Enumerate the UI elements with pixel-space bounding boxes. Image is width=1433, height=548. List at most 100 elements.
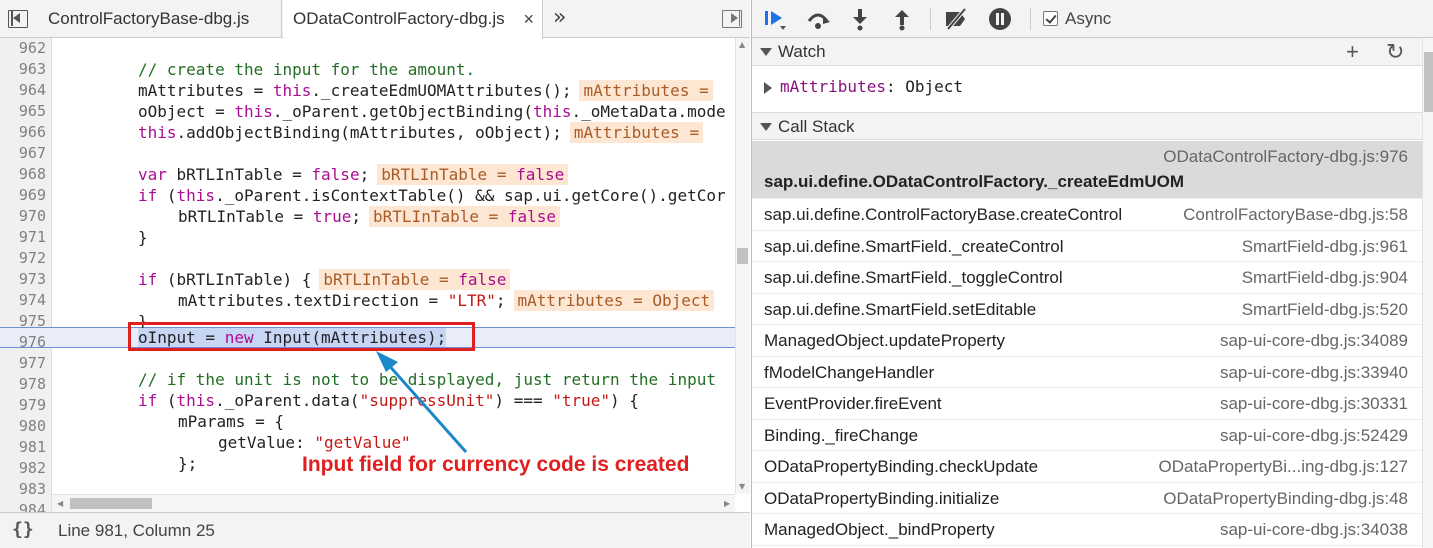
frame-function: ManagedObject.updateProperty bbox=[764, 331, 1005, 350]
watch-section-header[interactable]: Watch + ↻ bbox=[752, 38, 1422, 66]
line-number[interactable]: 976 bbox=[0, 332, 46, 353]
editor-horizontal-scroll-thumb[interactable] bbox=[70, 498, 152, 509]
sidebar-vertical-scrollbar[interactable] bbox=[1422, 38, 1433, 548]
code-line: getValue: "getValue" bbox=[218, 433, 411, 452]
add-watch-icon[interactable]: + bbox=[1346, 38, 1359, 66]
debugger-toggle-icon[interactable] bbox=[722, 10, 742, 28]
annotation-highlight-box bbox=[128, 322, 475, 351]
code-line: oObject = this._oParent.getObjectBinding… bbox=[138, 102, 726, 121]
call-frame[interactable]: sap-ui-core-dbg.js:34038 ManagedObject._b… bbox=[752, 514, 1422, 546]
code-line: }; bbox=[178, 454, 198, 473]
inline-value: mAttributes = Object bbox=[513, 290, 715, 311]
frame-location[interactable]: ODataControlFactory-dbg.js:976 bbox=[1163, 145, 1408, 169]
toolbar-separator bbox=[1030, 8, 1031, 30]
line-number[interactable]: 964 bbox=[0, 80, 46, 101]
pause-on-exceptions-icon[interactable] bbox=[987, 6, 1013, 32]
scroll-left-icon[interactable]: ◀ bbox=[57, 499, 63, 508]
code-line: bRTLInTable = true; bRTLInTable = false bbox=[178, 206, 561, 227]
frame-function: sap.ui.define.ODataControlFactory._creat… bbox=[764, 172, 1185, 191]
code-line: this.addObjectBinding(mAttributes, oObje… bbox=[138, 122, 704, 143]
code-line: mAttributes = this._createEdmUOMAttribut… bbox=[138, 80, 713, 101]
debugger-sidebar: Async Watch + ↻ mAttributes: Object Call… bbox=[751, 0, 1433, 548]
code-line: mParams = { bbox=[178, 412, 284, 431]
collapse-triangle-icon bbox=[760, 123, 772, 131]
cursor-position: Line 981, Column 25 bbox=[58, 521, 215, 540]
frame-location[interactable]: SmartField-dbg.js:904 bbox=[1242, 262, 1408, 293]
step-into-icon[interactable] bbox=[847, 6, 873, 32]
line-number[interactable]: 966 bbox=[0, 122, 46, 143]
line-number[interactable]: 965 bbox=[0, 101, 46, 122]
code-content[interactable]: // create the input for the amount. mAtt… bbox=[52, 38, 735, 512]
editor-horizontal-scrollbar[interactable] bbox=[52, 494, 735, 512]
scroll-down-icon[interactable]: ▼ bbox=[739, 482, 745, 491]
frame-location[interactable]: sap-ui-core-dbg.js:52429 bbox=[1220, 420, 1408, 451]
line-number[interactable]: 969 bbox=[0, 185, 46, 206]
line-number[interactable]: 979 bbox=[0, 395, 46, 416]
frame-function: Binding._fireChange bbox=[764, 425, 919, 445]
expand-triangle-icon[interactable] bbox=[764, 82, 772, 94]
navigator-toggle-icon[interactable] bbox=[8, 10, 28, 28]
line-number[interactable]: 967 bbox=[0, 143, 46, 164]
editor-vertical-scrollbar[interactable] bbox=[735, 38, 750, 494]
step-out-icon[interactable] bbox=[889, 6, 915, 32]
call-frame[interactable]: ODataPropertyBinding-dbg.js:48 ODataPrope… bbox=[752, 483, 1422, 514]
call-frame[interactable]: sap-ui-core-dbg.js:33940 fModelChangeHand… bbox=[752, 357, 1422, 388]
frame-location[interactable]: sap-ui-core-dbg.js:34089 bbox=[1220, 325, 1408, 356]
frame-location[interactable]: ODataPropertyBinding-dbg.js:48 bbox=[1163, 483, 1408, 514]
pretty-print-button[interactable]: {} bbox=[12, 519, 34, 540]
line-number[interactable]: 962 bbox=[0, 38, 46, 59]
call-frame[interactable]: SmartField-dbg.js:961 sap.ui.define.Smart… bbox=[752, 231, 1422, 262]
call-frame[interactable]: sap-ui-core-dbg.js:34089 ManagedObject.up… bbox=[752, 325, 1422, 357]
tab-controlfactorybase[interactable]: ControlFactoryBase-dbg.js bbox=[38, 0, 282, 38]
line-number[interactable]: 970 bbox=[0, 206, 46, 227]
line-number[interactable]: 981 bbox=[0, 437, 46, 458]
call-frame[interactable]: ODataPropertyBi...ing-dbg.js:127 ODataPro… bbox=[752, 451, 1422, 483]
frame-location[interactable]: ODataPropertyBi...ing-dbg.js:127 bbox=[1159, 451, 1408, 482]
refresh-watch-icon[interactable]: ↻ bbox=[1386, 38, 1404, 66]
line-number[interactable]: 972 bbox=[0, 248, 46, 269]
line-number[interactable]: 983 bbox=[0, 479, 46, 500]
line-number[interactable]: 975 bbox=[0, 311, 46, 332]
scroll-right-icon[interactable]: ▶ bbox=[724, 499, 730, 508]
status-bar: {} Line 981, Column 25 bbox=[0, 512, 750, 548]
call-frame[interactable]: sap-ui-core-dbg.js:30331 EventProvider.fi… bbox=[752, 388, 1422, 420]
step-over-icon[interactable] bbox=[805, 6, 831, 32]
sidebar-vertical-scroll-thumb[interactable] bbox=[1424, 52, 1433, 112]
frame-location[interactable]: sap-ui-core-dbg.js:34038 bbox=[1220, 514, 1408, 545]
line-number[interactable]: 968 bbox=[0, 164, 46, 185]
line-number[interactable]: 963 bbox=[0, 59, 46, 80]
deactivate-breakpoints-icon[interactable] bbox=[943, 6, 969, 32]
more-tabs-icon[interactable]: » bbox=[553, 0, 566, 38]
line-number[interactable]: 974 bbox=[0, 290, 46, 311]
call-frame[interactable]: ControlFactoryBase-dbg.js:58 sap.ui.defin… bbox=[752, 199, 1422, 231]
line-number[interactable]: 977 bbox=[0, 353, 46, 374]
scroll-up-icon[interactable]: ▲ bbox=[739, 40, 745, 49]
line-number[interactable]: 980 bbox=[0, 416, 46, 437]
frame-location[interactable]: sap-ui-core-dbg.js:33940 bbox=[1220, 357, 1408, 388]
collapse-triangle-icon bbox=[760, 48, 772, 56]
line-number[interactable]: 978 bbox=[0, 374, 46, 395]
line-number[interactable]: 971 bbox=[0, 227, 46, 248]
frame-location[interactable]: ControlFactoryBase-dbg.js:58 bbox=[1183, 199, 1408, 230]
async-checkbox[interactable] bbox=[1043, 11, 1058, 26]
frame-location[interactable]: sap-ui-core-dbg.js:30331 bbox=[1220, 388, 1408, 419]
line-number[interactable]: 982 bbox=[0, 458, 46, 479]
watch-title: Watch bbox=[778, 42, 826, 61]
frame-function: ODataPropertyBinding.checkUpdate bbox=[764, 457, 1039, 476]
line-number[interactable]: 973 bbox=[0, 269, 46, 290]
watch-expression[interactable]: mAttributes: Object bbox=[752, 67, 1422, 111]
tab-odatacontrolfactory[interactable]: ODataControlFactory-dbg.js × bbox=[283, 0, 543, 39]
close-tab-icon[interactable]: × bbox=[523, 0, 534, 38]
call-frame-selected[interactable]: ODataControlFactory-dbg.js:976 sap.ui.def… bbox=[752, 141, 1422, 199]
editor-tab-bar: ControlFactoryBase-dbg.js ODataControlFa… bbox=[0, 0, 750, 39]
call-frame[interactable]: SmartField-dbg.js:520 sap.ui.define.Smart… bbox=[752, 294, 1422, 325]
call-frame[interactable]: sap-ui-core-dbg.js:52429 Binding._fireCha… bbox=[752, 420, 1422, 451]
code-editor[interactable]: 962 963 964 965 966 967 968 969 970 971 972 973 974 9… bbox=[0, 38, 750, 512]
call-frame[interactable]: SmartField-dbg.js:904 sap.ui.define.Smart… bbox=[752, 262, 1422, 294]
frame-location[interactable]: SmartField-dbg.js:961 bbox=[1242, 231, 1408, 262]
resume-icon[interactable] bbox=[762, 6, 788, 32]
line-number[interactable]: 984 bbox=[0, 500, 46, 512]
frame-location[interactable]: SmartField-dbg.js:520 bbox=[1242, 294, 1408, 325]
call-stack-section-header[interactable]: Call Stack bbox=[752, 112, 1422, 140]
editor-vertical-scroll-thumb[interactable] bbox=[737, 248, 748, 264]
